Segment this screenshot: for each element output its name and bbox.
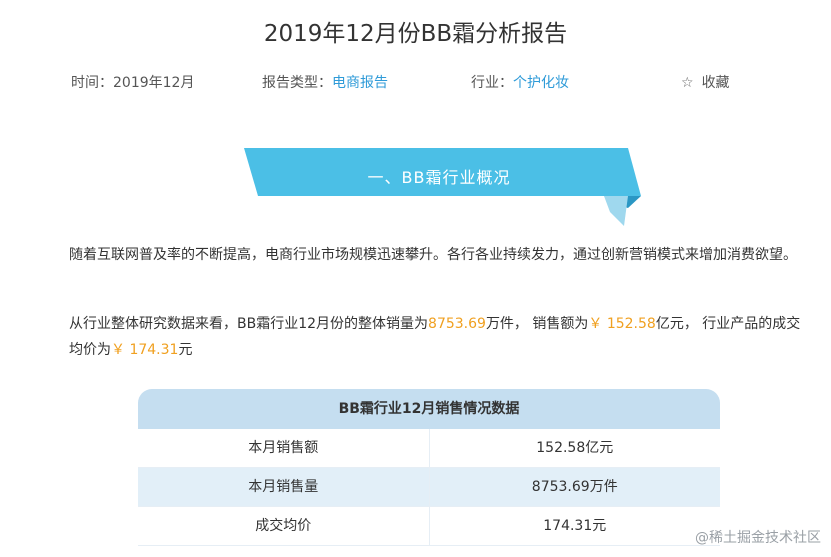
sales-volume-highlight: 8753.69 [428, 316, 486, 332]
stats-text-a: 从行业整体研究数据来看，BB霜行业12月份的整体销量为 [69, 316, 429, 332]
stats-paragraph: 从行业整体研究数据来看，BB霜行业12月份的整体销量为8753.69万件， 销售… [41, 311, 801, 363]
meta-time: 时间：2019年12月 [71, 72, 194, 92]
stats-text-d: 元 [178, 342, 193, 358]
page-title: 2019年12月份BB霜分析报告 [263, 21, 568, 47]
industry-label: 行业： [471, 75, 513, 91]
intro-text: 随着互联网普及率的不断提高，电商行业市场规模迅速攀升。各行各业持续发力，通过创新… [69, 247, 797, 263]
row-value: 174.31元 [543, 518, 607, 534]
row-label: 本月销售量 [138, 468, 430, 506]
type-label: 报告类型： [262, 75, 332, 91]
star-icon: ☆ [681, 75, 694, 91]
revenue-highlight: ￥ 152.58 [588, 316, 656, 332]
watermark: @稀土掘金技术社区 [695, 530, 821, 546]
stats-text: 从行业整体研究数据来看，BB霜行业12月份的整体销量为8753.69万件， 销售… [41, 311, 801, 363]
favorite-button[interactable]: ☆ 收藏 [681, 72, 730, 92]
sales-data-table: BB霜行业12月销售情况数据 本月销售额 152.58亿元 本月销售量 8753… [138, 389, 720, 546]
row-value: 152.58亿元 [536, 440, 614, 456]
table-row: 本月销售额 152.58亿元 [138, 429, 720, 468]
meta-industry: 行业：个护化妆 [471, 72, 569, 92]
table-row: 成交均价 174.31元 [138, 507, 720, 546]
row-label: 成交均价 [138, 507, 430, 545]
banner-ribbon-shape [244, 148, 641, 226]
report-type-link[interactable]: 电商报告 [332, 75, 388, 91]
avg-price-highlight: ￥ 174.31 [111, 342, 179, 358]
report-meta: 时间：2019年12月 报告类型：电商报告 行业：个护化妆 ☆ 收藏 [0, 72, 831, 94]
table-row: 本月销售量 8753.69万件 [138, 468, 720, 507]
row-label: 本月销售额 [138, 429, 430, 467]
favorite-label: 收藏 [701, 75, 730, 91]
table-title: BB霜行业12月销售情况数据 [138, 389, 720, 429]
row-value: 8753.69万件 [531, 479, 618, 495]
industry-link[interactable]: 个护化妆 [513, 75, 569, 91]
meta-report-type: 报告类型：电商报告 [262, 72, 388, 92]
time-label: 时间： [71, 75, 113, 91]
intro-paragraph: 随着互联网普及率的不断提高，电商行业市场规模迅速攀升。各行各业持续发力，通过创新… [41, 242, 801, 268]
section-heading: 一、BB霜行业概况 [367, 168, 511, 187]
stats-text-b: 万件， 销售额为 [485, 316, 589, 332]
time-value: 2019年12月 [113, 75, 195, 91]
section-banner: 一、BB霜行业概况 [244, 148, 646, 230]
